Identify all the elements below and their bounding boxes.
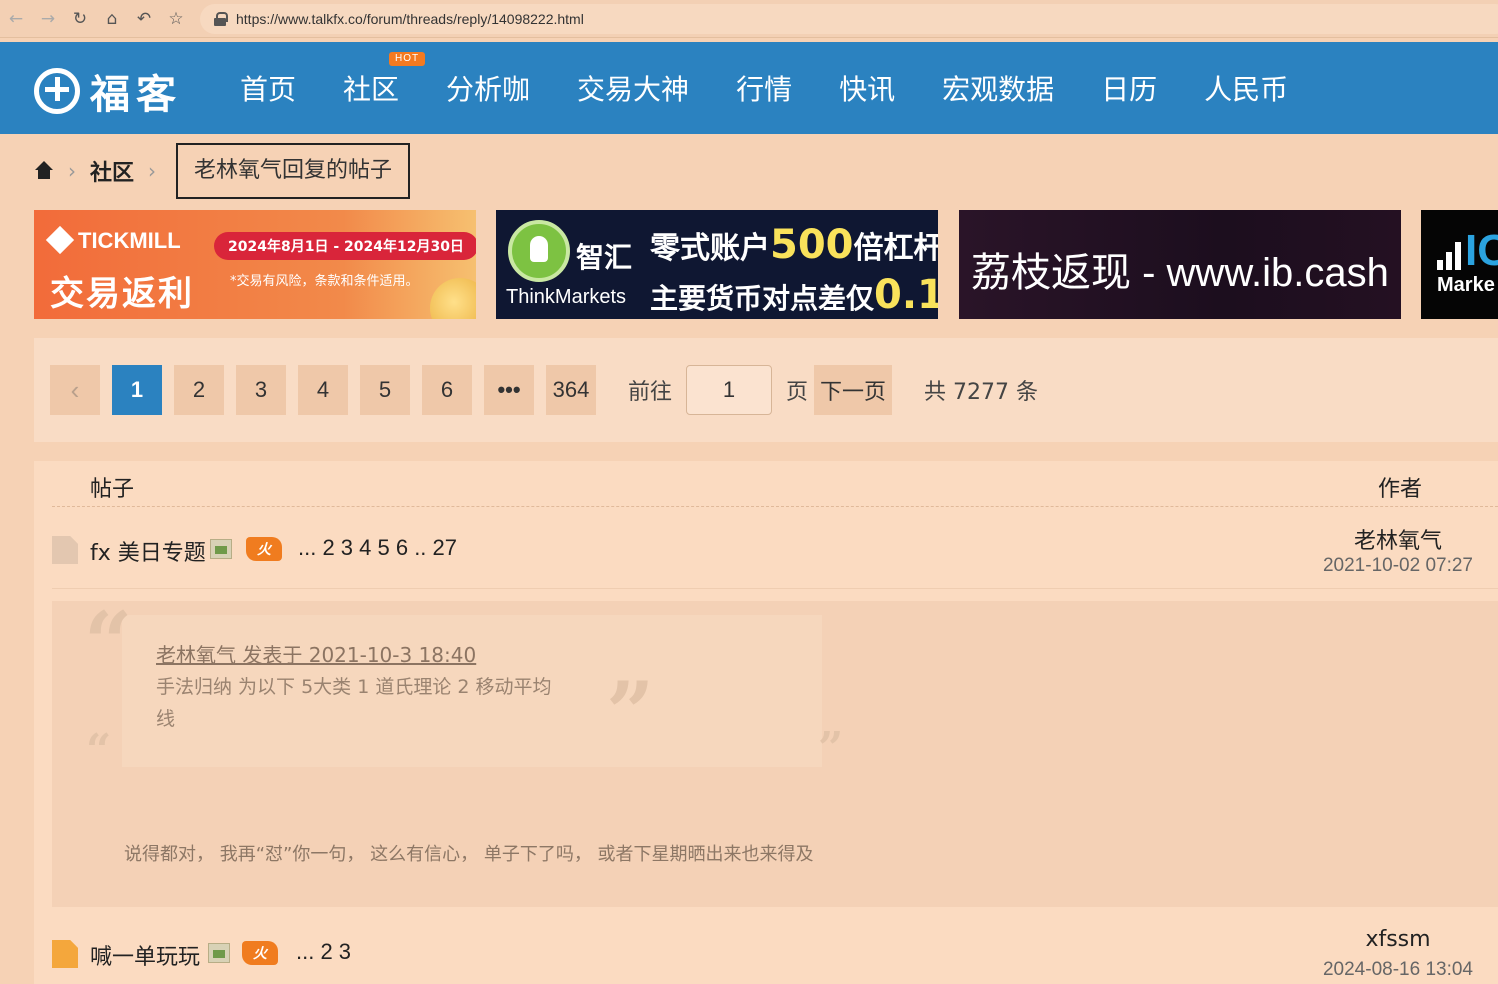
goto-label: 前往 (628, 380, 673, 405)
prev-page-button[interactable]: ‹ (50, 365, 100, 415)
thinkmarkets-cn: 智汇 (576, 241, 633, 274)
nav-traders[interactable]: 交易大神 (577, 68, 689, 108)
thread-file-icon (52, 940, 78, 968)
page-button-last[interactable]: 364 (546, 365, 596, 415)
pagination: ‹ 1 2 3 4 5 6 ••• 364 前往 页 下一页 共 7277 条 (50, 365, 1038, 415)
banner-thinkmarkets[interactable]: 智汇 ThinkMarkets 零式账户500倍杠杆 主要货币对点差仅0.1点 (496, 210, 938, 319)
thread-title[interactable]: 喊一单玩玩 (90, 939, 200, 971)
thread-date: 2024-08-16 13:04 (1322, 959, 1473, 980)
thread-author[interactable]: 老林氧气 (1298, 523, 1498, 555)
logo-text: 福客 (90, 71, 182, 118)
nav-analysis[interactable]: 分析咖 (446, 68, 530, 108)
quote-body: 手法归纳 为以下 5大类 1 道氏理论 2 移动平均线 (156, 676, 552, 730)
tickmill-date-range: 2024年8月1日 - 2024年12月30日 (214, 232, 476, 260)
banner-ibcash[interactable]: 荔枝返现 - www.ib.cash (959, 210, 1401, 319)
address-bar[interactable]: https://www.talkfx.co/forum/threads/repl… (200, 4, 1498, 34)
page-button-2[interactable]: 2 (174, 365, 224, 415)
banner-tickmill[interactable]: TICKMILL 2024年8月1日 - 2024年12月30日 交易返利 *交… (34, 210, 476, 319)
page-button-5[interactable]: 5 (360, 365, 410, 415)
nav-rmb[interactable]: 人民币 (1204, 68, 1288, 108)
lock-icon (214, 12, 228, 26)
thinkmarkets-en: ThinkMarkets (506, 286, 627, 308)
chevron-right-icon: › (68, 159, 76, 183)
goto-page-input[interactable] (686, 365, 773, 415)
nav-community-label: 社区 (343, 73, 400, 106)
hot-fire-icon: 火 (246, 537, 282, 561)
site-logo[interactable]: 福客 (34, 62, 182, 120)
home-icon[interactable]: ⌂ (96, 0, 128, 38)
thread-file-icon (52, 536, 78, 564)
table-row: fx 美日专题 火 ... 2 3 4 5 6 .. 27 老林氧气 2021-… (52, 521, 1498, 589)
image-attachment-icon (210, 539, 232, 559)
back-arrow-icon[interactable]: ← (0, 0, 32, 38)
tickmill-brand: TICKMILL (45, 225, 181, 255)
thread-page-links[interactable]: ... 2 3 4 5 6 .. 27 (298, 535, 457, 561)
page-button-3[interactable]: 3 (236, 365, 286, 415)
page-button-6[interactable]: 6 (422, 365, 472, 415)
hot-badge: HOT (389, 52, 426, 66)
banner-partial[interactable]: IC Marke (1421, 210, 1498, 319)
url-text[interactable]: https://www.talkfx.co/forum/threads/repl… (236, 11, 584, 27)
site-header: 福客 首页 社区 HOT 分析咖 交易大神 行情 快讯 宏观数据 日历 人民币 (0, 42, 1498, 134)
ibcash-text: 荔枝返现 - www.ib.cash (971, 251, 1389, 295)
partial-letters: IC (1465, 226, 1498, 275)
nav-calendar[interactable]: 日历 (1101, 68, 1157, 108)
header-posts: 帖子 (90, 477, 135, 502)
forward-arrow-icon[interactable]: → (32, 0, 64, 38)
nav-macro-data[interactable]: 宏观数据 (942, 68, 1054, 108)
bar-chart-logo-icon (1437, 240, 1461, 270)
hot-fire-icon: 火 (242, 941, 278, 965)
tickmill-title: 交易返利 (50, 274, 194, 314)
thread-title[interactable]: fx 美日专题 (90, 535, 206, 567)
main-nav: 首页 社区 HOT 分析咖 交易大神 行情 快讯 宏观数据 日历 人民币 (240, 42, 1335, 134)
bookmark-star-icon[interactable]: ☆ (160, 0, 192, 38)
reply-content: “ ” “ ” 老林氧气 发表于 2021-10-3 18:40 手法归纳 为以… (52, 601, 1498, 907)
nav-quotes[interactable]: 行情 (736, 68, 792, 108)
list-header: 帖子 作者 (52, 461, 1498, 507)
browser-toolbar: ← → ↻ ⌂ ↶ ☆ https://www.talkfx.co/forum/… (0, 0, 1498, 38)
total-count: 共 7277 条 (924, 380, 1039, 405)
partial-text: Marke (1437, 274, 1495, 296)
home-icon[interactable] (34, 161, 54, 181)
more-pages-button[interactable]: ••• (484, 365, 534, 415)
header-author: 作者 (1378, 477, 1423, 502)
page-button-4[interactable]: 4 (298, 365, 348, 415)
table-row: 喊一单玩玩 火 ... 2 3 xfssm 2024-08-16 13:04 (52, 925, 1498, 984)
reload-icon[interactable]: ↻ (64, 0, 96, 38)
thread-author[interactable]: xfssm (1298, 927, 1498, 952)
reply-body: 说得都对， 我再“怼”你一句， 这么有信心， 单子下了吗， 或者下星期晒出来也来… (124, 844, 814, 865)
nav-community[interactable]: 社区 HOT (343, 52, 426, 108)
logo-mark-icon (34, 68, 80, 114)
tickmill-logo-icon (45, 225, 75, 255)
pagination-panel: ‹ 1 2 3 4 5 6 ••• 364 前往 页 下一页 共 7277 条 (34, 338, 1498, 442)
quote-meta-link[interactable]: 老林氧气 发表于 2021-10-3 18:40 (156, 639, 476, 668)
page-button-1[interactable]: 1 (112, 365, 162, 415)
undo-icon[interactable]: ↶ (128, 0, 160, 38)
nav-news[interactable]: 快讯 (839, 68, 895, 108)
next-page-button[interactable]: 下一页 (814, 365, 893, 415)
breadcrumb: › 社区 › 老林氧气回复的帖子 (34, 142, 411, 200)
thinkmarkets-line1: 零式账户500倍杠杆 (650, 222, 938, 268)
page-unit-label: 页 (786, 380, 809, 405)
nav-home[interactable]: 首页 (240, 68, 296, 108)
coin-icon (430, 278, 476, 319)
image-attachment-icon (208, 943, 230, 963)
thread-date: 2021-10-02 07:27 (1322, 555, 1473, 576)
thread-page-links[interactable]: ... 2 3 (296, 939, 351, 965)
lightbulb-icon (508, 220, 570, 282)
quote-close-icon: ” (818, 723, 844, 774)
quote-close-icon: ” (606, 663, 655, 762)
chevron-right-icon: › (148, 159, 157, 183)
thinkmarkets-line2: 主要货币对点差仅0.1点 (650, 272, 938, 318)
breadcrumb-community[interactable]: 社区 (90, 155, 134, 187)
tickmill-note: *交易有风险，条款和条件适用。 (230, 274, 419, 289)
thread-list: 帖子 作者 fx 美日专题 火 ... 2 3 4 5 6 .. 27 老林氧气… (34, 461, 1498, 984)
quote-open-icon: “ (84, 593, 133, 692)
quote-open-icon: “ (86, 725, 112, 776)
breadcrumb-current: 老林氧气回复的帖子 (176, 143, 411, 199)
